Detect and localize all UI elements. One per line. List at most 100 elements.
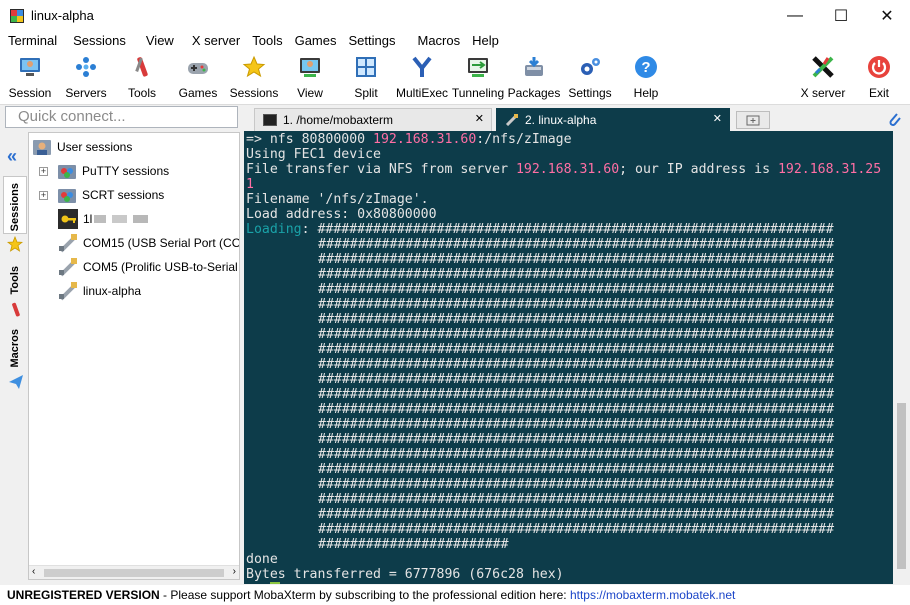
tree-item-linux-alpha[interactable]: linux-alpha — [58, 280, 141, 302]
progress-hash-row: ########################################… — [318, 477, 835, 492]
menu-macros[interactable]: Macros — [403, 31, 468, 51]
toolbar-label: Exit — [868, 86, 889, 100]
send-icon — [8, 374, 24, 393]
user-sessions-icon — [32, 137, 52, 157]
progress-hash-row: ########################################… — [318, 342, 835, 357]
toolbar-help-button[interactable]: ? Help — [618, 53, 674, 103]
tree-item-label: 1l — [83, 212, 93, 226]
toolbar-tunneling-button[interactable]: Tunneling — [450, 53, 506, 103]
menu-x-server[interactable]: X server — [182, 31, 248, 51]
menu-help[interactable]: Help — [468, 31, 507, 51]
tab-home-mobaxterm[interactable]: 1. /home/mobaxterm ✕ — [254, 108, 492, 131]
scrollbar-thumb[interactable] — [897, 403, 906, 569]
progress-hash-row: ########################################… — [318, 492, 835, 507]
sessions-star-icon — [241, 54, 267, 80]
side-tab-strip: « Sessions Tools Macros — [3, 132, 27, 580]
tree-item-label: COM5 (Prolific USB-to-Serial Co — [83, 260, 240, 274]
x-server-icon — [810, 54, 836, 80]
terminal-line: Loading: ###############################… — [246, 222, 834, 237]
side-tab-sessions[interactable]: Sessions — [3, 176, 27, 234]
tree-item-com15[interactable]: COM15 (USB Serial Port (COM1 — [58, 232, 239, 254]
terminal-line: done — [246, 552, 278, 567]
tree-item-user-sessions[interactable]: User sessions — [32, 136, 132, 158]
expand-icon[interactable]: + — [39, 166, 48, 176]
minimize-button[interactable]: — — [772, 0, 818, 31]
collapse-sidebar-icon[interactable]: « — [7, 146, 17, 167]
tab-close-icon[interactable]: ✕ — [713, 112, 722, 125]
tree-item-label: PuTTY sessions — [82, 164, 170, 178]
close-button[interactable]: ✕ — [864, 0, 910, 31]
toolbar-settings-button[interactable]: Settings — [562, 53, 618, 103]
attachment-icon[interactable] — [886, 110, 902, 128]
toolbar-session-button[interactable]: Session — [2, 53, 58, 103]
toolbar-exit-button[interactable]: Exit — [851, 53, 907, 103]
tree-item-label: SCRT sessions — [82, 188, 165, 202]
terminal-line: Using FEC1 device — [246, 147, 381, 162]
menu-view[interactable]: View — [134, 31, 182, 51]
toolbar-multiexec-button[interactable]: MultiExec — [394, 53, 450, 103]
main-toolbar: Session Servers Tools Games Sessions Vie… — [0, 51, 910, 105]
session-icon — [17, 54, 43, 80]
quick-connect-input[interactable]: Quick connect... — [5, 106, 238, 128]
terminal-output[interactable]: => nfs 80800000 192.168.31.60:/nfs/zImag… — [244, 131, 893, 584]
tree-item-com5[interactable]: COM5 (Prolific USB-to-Serial Co — [58, 256, 240, 278]
toolbar-label: Split — [354, 86, 378, 100]
menu-terminal[interactable]: Terminal — [0, 31, 65, 51]
progress-hash-row: ########################################… — [318, 282, 835, 297]
toolbar-label: Sessions — [229, 86, 279, 100]
star-icon — [6, 235, 24, 255]
progress-hash-row: ########################################… — [318, 447, 835, 462]
progress-hash-row: ########################################… — [318, 462, 835, 477]
split-icon — [353, 54, 379, 80]
progress-hash-row: ########################################… — [318, 252, 835, 267]
tree-item-scrt-sessions[interactable]: + SCRT sessions — [39, 184, 164, 206]
tab-close-icon[interactable]: ✕ — [475, 112, 484, 125]
progress-hash-row: ########################################… — [318, 357, 835, 372]
side-tab-label: Sessions — [9, 183, 21, 232]
menu-sessions[interactable]: Sessions — [65, 31, 134, 51]
side-tab-macros[interactable]: Macros — [3, 325, 27, 380]
menu-tools[interactable]: Tools — [248, 31, 290, 51]
side-tab-label: Macros — [9, 329, 21, 368]
mobatek-link[interactable]: https://mobaxterm.mobatek.net — [570, 588, 735, 602]
toolbar-tools-button[interactable]: Tools — [114, 53, 170, 103]
progress-hash-row: ########################################… — [318, 507, 835, 522]
terminal-line: => nfs 80800000 192.168.31.60:/nfs/zImag… — [246, 132, 572, 147]
multiexec-icon — [409, 54, 435, 80]
toolbar-servers-button[interactable]: Servers — [58, 53, 114, 103]
side-tab-label: Tools — [9, 266, 21, 295]
maximize-button[interactable]: ☐ — [818, 0, 864, 31]
tab-linux-alpha[interactable]: 2. linux-alpha ✕ — [496, 108, 730, 131]
view-icon — [297, 54, 323, 80]
toolbar-view-button[interactable]: View — [282, 53, 338, 103]
new-tab-button[interactable] — [736, 111, 770, 129]
toolbar-split-button[interactable]: Split — [338, 53, 394, 103]
toolbar-sessions-button[interactable]: Sessions — [226, 53, 282, 103]
scroll-left-icon[interactable]: ‹ — [32, 566, 35, 577]
terminal-line: Filename '/nfs/zImage'. — [246, 192, 429, 207]
games-icon — [185, 54, 211, 80]
putty-folder-icon — [57, 161, 77, 181]
toolbar-packages-button[interactable]: Packages — [506, 53, 562, 103]
menu-games[interactable]: Games — [291, 31, 345, 51]
status-text: - Please support MobaXterm by subscribin… — [159, 588, 570, 602]
packages-icon — [521, 54, 547, 80]
sessions-tree: User sessions + PuTTY sessions + SCRT se… — [28, 132, 240, 580]
toolbar-label: Session — [8, 86, 52, 100]
scroll-right-icon[interactable]: › — [233, 566, 236, 577]
tree-item-putty-sessions[interactable]: + PuTTY sessions — [39, 160, 169, 182]
toolbar-games-button[interactable]: Games — [170, 53, 226, 103]
terminal-cursor — [269, 582, 280, 584]
menu-settings[interactable]: Settings — [345, 31, 404, 51]
tree-item-label: linux-alpha — [83, 284, 142, 298]
tab-label: 2. linux-alpha — [525, 113, 597, 127]
window-title: linux-alpha — [31, 8, 94, 23]
mobaxterm-app-icon — [9, 8, 25, 24]
expand-icon[interactable]: + — [39, 190, 48, 200]
toolbar-x-server-button[interactable]: X server — [795, 53, 851, 103]
tree-horizontal-scrollbar[interactable]: ‹ › — [29, 565, 239, 579]
tree-item-ssh-session[interactable]: 1l — [58, 208, 155, 230]
scrollbar-thumb[interactable] — [44, 569, 224, 577]
terminal-vertical-scrollbar[interactable] — [893, 131, 910, 584]
progress-hash-row: ########################################… — [318, 387, 835, 402]
